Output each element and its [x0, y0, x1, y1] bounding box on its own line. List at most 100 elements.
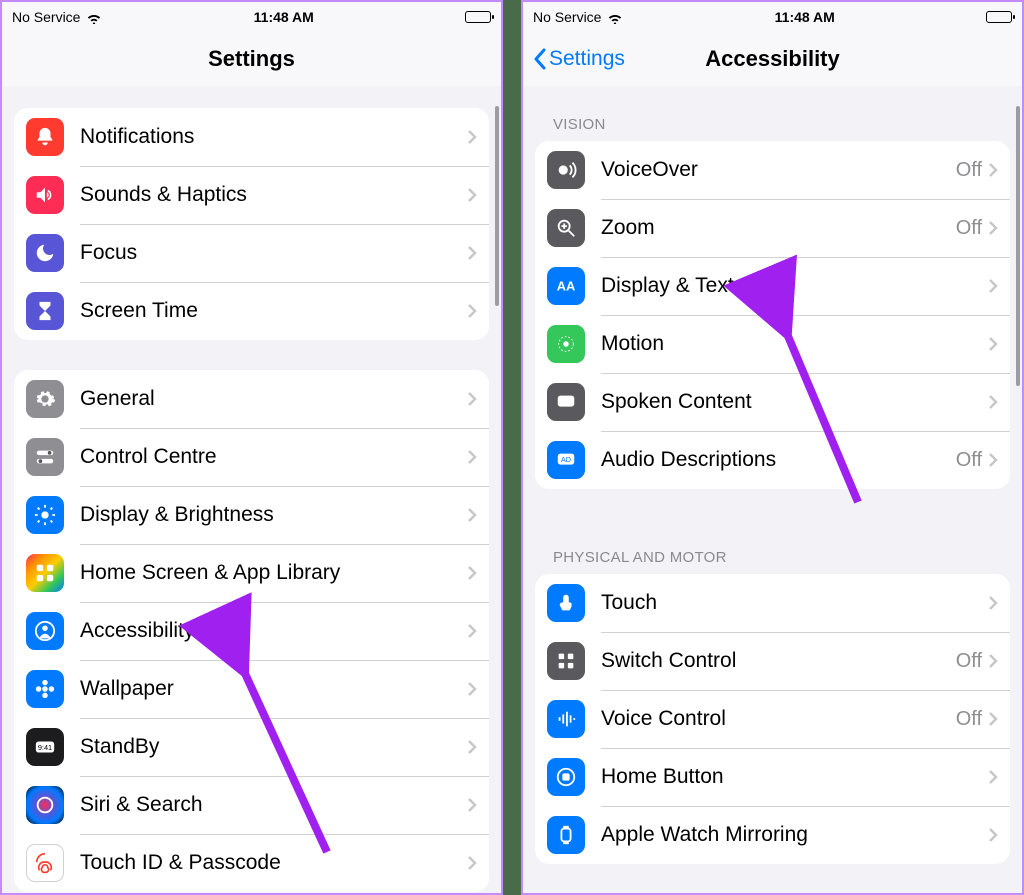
speech-icon	[547, 383, 585, 421]
row-label: Notifications	[80, 125, 467, 149]
row-value: Off	[956, 449, 982, 472]
chevron-right-icon	[467, 565, 477, 581]
row-label: VoiceOver	[601, 158, 956, 182]
home-icon	[547, 758, 585, 796]
clock-label: 11:48 AM	[254, 9, 314, 25]
battery-icon	[465, 11, 491, 23]
row-label: StandBy	[80, 735, 467, 759]
settings-screen: No Service 11:48 AM Settings Notificatio…	[0, 0, 503, 895]
row-wallpaper[interactable]: Wallpaper	[14, 660, 489, 718]
row-touch-id[interactable]: Touch ID & Passcode	[14, 834, 489, 892]
hourglass-icon	[26, 292, 64, 330]
carrier-label: No Service	[533, 9, 601, 25]
chevron-right-icon	[467, 187, 477, 203]
row-notifications[interactable]: Notifications	[14, 108, 489, 166]
person-icon	[26, 612, 64, 650]
chevron-right-icon	[988, 595, 998, 611]
svg-text:AA: AA	[557, 279, 576, 294]
scrollbar[interactable]	[495, 106, 499, 306]
carrier-label: No Service	[12, 9, 80, 25]
page-title: Accessibility	[705, 46, 840, 72]
row-display-brightness[interactable]: Display & Brightness	[14, 486, 489, 544]
chevron-right-icon	[467, 391, 477, 407]
chevron-right-icon	[467, 303, 477, 319]
sun-icon	[26, 496, 64, 534]
row-screen-time[interactable]: Screen Time	[14, 282, 489, 340]
row-label: Sounds & Haptics	[80, 183, 467, 207]
chevron-right-icon	[467, 245, 477, 261]
wifi-icon	[86, 11, 102, 23]
row-general[interactable]: General	[14, 370, 489, 428]
chevron-right-icon	[988, 711, 998, 727]
touch-icon	[547, 584, 585, 622]
fingerprint-icon	[26, 844, 64, 882]
zoom-icon	[547, 209, 585, 247]
chevron-right-icon	[467, 129, 477, 145]
row-audio-descriptions[interactable]: AD Audio DescriptionsOff	[535, 431, 1010, 489]
chevron-right-icon	[988, 394, 998, 410]
row-switch-control[interactable]: Switch ControlOff	[535, 632, 1010, 690]
row-value: Off	[956, 217, 982, 240]
voice-icon	[547, 700, 585, 738]
chevron-right-icon	[467, 449, 477, 465]
status-bar: No Service 11:48 AM	[2, 2, 501, 32]
grid-icon	[26, 554, 64, 592]
row-accessibility[interactable]: Accessibility	[14, 602, 489, 660]
row-label: Audio Descriptions	[601, 448, 956, 472]
row-voiceover[interactable]: VoiceOverOff	[535, 141, 1010, 199]
row-display-text-size[interactable]: AA Display & Text Size	[535, 257, 1010, 315]
chevron-right-icon	[988, 827, 998, 843]
section-header: Physical and Motor	[535, 519, 1010, 574]
bell-icon	[26, 118, 64, 156]
row-home-screen[interactable]: Home Screen & App Library	[14, 544, 489, 602]
chevron-right-icon	[467, 681, 477, 697]
chevron-right-icon	[988, 162, 998, 178]
chevron-right-icon	[988, 220, 998, 236]
ad-icon: AD	[547, 441, 585, 479]
row-label: Control Centre	[80, 445, 467, 469]
row-focus[interactable]: Focus	[14, 224, 489, 282]
row-label: Voice Control	[601, 707, 956, 731]
accessibility-group-0: VoiceOverOffZoomOffAADisplay & Text Size…	[535, 141, 1010, 489]
row-motion[interactable]: Motion	[535, 315, 1010, 373]
chevron-right-icon	[988, 653, 998, 669]
row-standby[interactable]: 9:41 StandBy	[14, 718, 489, 776]
row-apple-watch-mirroring[interactable]: Apple Watch Mirroring	[535, 806, 1010, 864]
row-label: Focus	[80, 241, 467, 265]
row-label: Motion	[601, 332, 988, 356]
accessibility-list[interactable]: VisionVoiceOverOffZoomOffAADisplay & Tex…	[523, 86, 1022, 893]
row-label: Touch	[601, 591, 988, 615]
moon-icon	[26, 234, 64, 272]
row-label: Apple Watch Mirroring	[601, 823, 988, 847]
row-label: Display & Text Size	[601, 274, 988, 298]
row-zoom[interactable]: ZoomOff	[535, 199, 1010, 257]
row-home-button[interactable]: Home Button	[535, 748, 1010, 806]
accessibility-group-1: TouchSwitch ControlOffVoice ControlOffHo…	[535, 574, 1010, 864]
clock-icon: 9:41	[26, 728, 64, 766]
section-header: Vision	[535, 86, 1010, 141]
wifi-icon	[607, 11, 623, 23]
row-label: Siri & Search	[80, 793, 467, 817]
row-value: Off	[956, 708, 982, 731]
row-control-centre[interactable]: Control Centre	[14, 428, 489, 486]
row-touch[interactable]: Touch	[535, 574, 1010, 632]
row-spoken-content[interactable]: Spoken Content	[535, 373, 1010, 431]
settings-list[interactable]: Notifications Sounds & Haptics Focus Screen…	[2, 86, 501, 893]
back-button[interactable]: Settings	[533, 47, 625, 71]
battery-icon	[986, 11, 1012, 23]
row-sounds-haptics[interactable]: Sounds & Haptics	[14, 166, 489, 224]
row-label: Accessibility	[80, 619, 467, 643]
settings-group-1: General Control Centre Display & Brightnes…	[14, 370, 489, 892]
row-voice-control[interactable]: Voice ControlOff	[535, 690, 1010, 748]
chevron-right-icon	[467, 797, 477, 813]
row-label: Spoken Content	[601, 390, 988, 414]
scrollbar[interactable]	[1016, 106, 1020, 386]
row-siri-search[interactable]: Siri & Search	[14, 776, 489, 834]
page-title: Settings	[208, 46, 295, 72]
row-label: Screen Time	[80, 299, 467, 323]
row-label: Touch ID & Passcode	[80, 851, 467, 875]
clock-label: 11:48 AM	[775, 9, 835, 25]
row-label: Wallpaper	[80, 677, 467, 701]
row-label: General	[80, 387, 467, 411]
nav-header: Settings Accessibility	[523, 32, 1022, 86]
